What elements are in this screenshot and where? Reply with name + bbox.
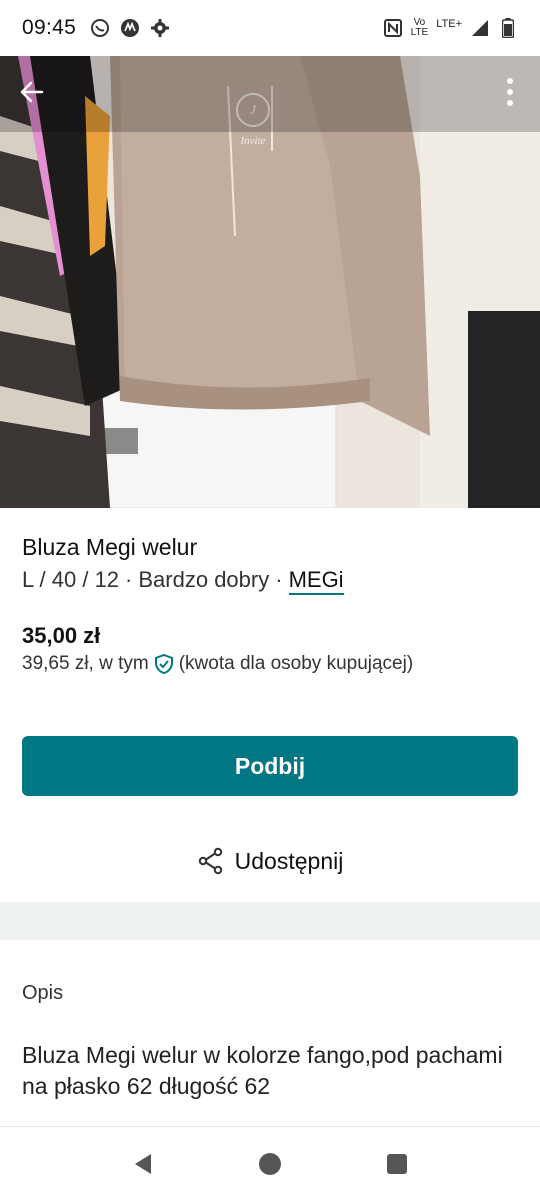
bump-button-label: Podbij: [234, 752, 306, 779]
nav-back-button[interactable]: [123, 1144, 163, 1184]
description-label: Opis: [22, 982, 64, 1004]
status-notification-icons: [90, 18, 170, 38]
nav-recents-button[interactable]: [377, 1144, 417, 1184]
hero-logo-text: Invite: [239, 135, 265, 147]
total-price-value: 39,65 zł, w tym: [22, 653, 149, 674]
nav-back-icon: [135, 1153, 152, 1174]
item-info: Bluza Megi welur L / 40 / 12 · Bardzo do…: [0, 508, 540, 675]
nav-home-button[interactable]: [250, 1144, 290, 1184]
nav-home-icon: [258, 1152, 281, 1175]
item-size: L / 40 / 12: [22, 567, 120, 592]
nfc-icon: [383, 18, 403, 38]
item-meta: L / 40 / 12 · Bardzo dobry · MEGi: [22, 567, 518, 595]
more-options-button[interactable]: [498, 74, 522, 110]
settings-icon: [150, 18, 170, 38]
system-navigation-bar: [0, 1126, 540, 1200]
signal-icon: [470, 18, 490, 38]
meta-separator: ·: [125, 567, 133, 592]
share-icon: [198, 847, 222, 875]
share-button[interactable]: Udostępnij: [0, 838, 540, 884]
section-divider: [0, 902, 540, 940]
whatsapp-icon: [90, 18, 110, 38]
status-system-icons: Vo LTE LTE+: [383, 18, 518, 38]
lte-label: LTE+: [436, 18, 462, 30]
hero-top-scrim: [0, 56, 540, 132]
bump-button[interactable]: Podbij: [22, 736, 518, 796]
more-vertical-icon: [507, 78, 513, 106]
product-photo[interactable]: J Invite: [0, 56, 540, 508]
volte-indicator: Vo LTE: [411, 18, 429, 38]
status-bar: 09:45 Vo LTE LTE+: [0, 0, 540, 56]
back-arrow-icon: [20, 81, 44, 103]
buyer-protection-shield-icon[interactable]: [153, 653, 175, 675]
buyer-total-price[interactable]: 39,65 zł, w tym (kwota dla osoby kupując…: [22, 653, 518, 675]
meta-separator: ·: [275, 567, 283, 592]
item-title: Bluza Megi welur: [22, 534, 198, 560]
back-button[interactable]: [14, 74, 50, 110]
battery-icon: [498, 18, 518, 38]
nav-recents-icon: [386, 1153, 407, 1174]
item-price: 35,00 zł: [22, 623, 101, 648]
brand-link[interactable]: MEGi: [288, 567, 344, 595]
share-button-label: Udostępnij: [234, 847, 344, 874]
description-text: Bluza Megi welur w kolorze fango,pod pac…: [22, 1042, 503, 1099]
item-condition: Bardzo dobry: [138, 567, 270, 592]
motorola-icon: [120, 18, 140, 38]
status-time: 09:45: [22, 16, 77, 39]
total-price-note: (kwota dla osoby kupującej): [178, 653, 414, 674]
volte-bottom-label: LTE: [410, 27, 429, 38]
